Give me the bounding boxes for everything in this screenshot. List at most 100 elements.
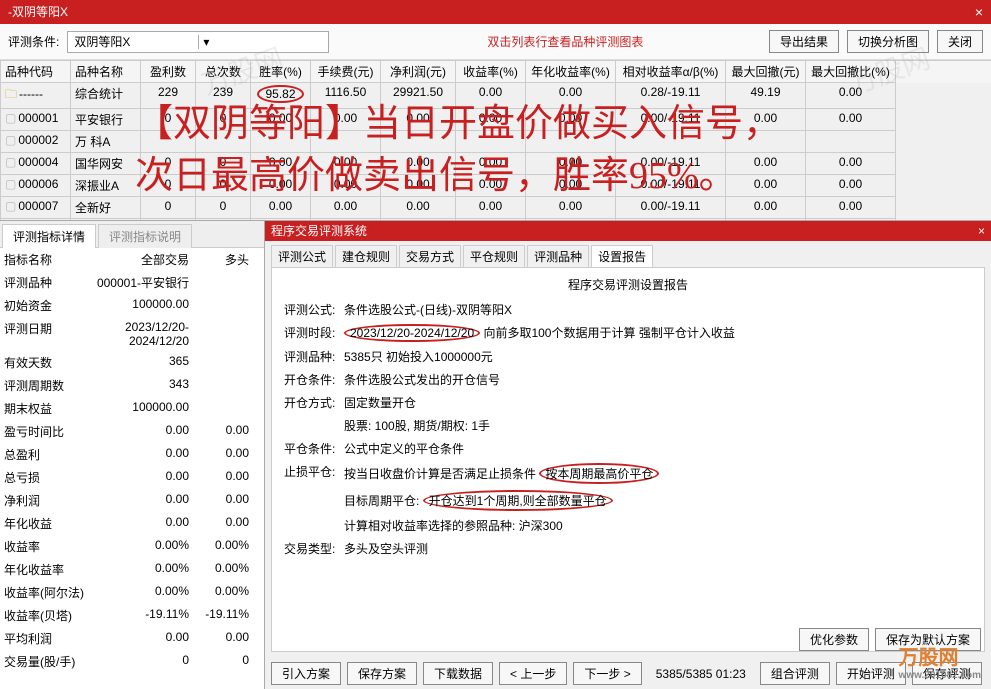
stats-label: 净利润 (4, 492, 89, 509)
folder-icon: 🗀 (5, 87, 17, 101)
table-row[interactable]: ▢000007全新好000.000.000.000.000.000.00/-19… (1, 197, 991, 219)
grid-cell: 0.00 (251, 109, 311, 131)
stats-val: 100000.00 (89, 400, 189, 417)
grid-cell: 0.00 (251, 153, 311, 175)
report-line: 股票: 100股, 期货/期权: 1手 (284, 417, 972, 434)
prev-step-button[interactable]: < 上一步 (499, 662, 567, 685)
grid-header[interactable]: 最大回撤比(%) (806, 61, 896, 83)
close-button[interactable]: 关闭 (937, 30, 983, 53)
grid-header[interactable]: 净利润(元) (381, 61, 456, 83)
stats-table: 指标名称 全部交易 多头 评测品种000001-平安银行初始资金100000.0… (0, 248, 264, 689)
chevron-down-icon[interactable]: ▾ (198, 35, 328, 49)
report-value: 2023/12/20-2024/12/20 向前多取100个数据用于计算 强制平… (344, 324, 972, 342)
combo-value: 双阴等阳X (68, 33, 198, 50)
next-step-button[interactable]: 下一步 > (573, 662, 641, 685)
table-row[interactable]: ▢000006深振业A000.000.000.000.000.000.00/-1… (1, 175, 991, 197)
doc-icon: ▢ (5, 155, 16, 169)
stats-val2 (189, 354, 249, 371)
stats-row: 评测品种000001-平安银行 (4, 271, 260, 294)
grid-header[interactable]: 年化收益率(%) (526, 61, 616, 83)
grid-cell: 0.00 (311, 109, 381, 131)
inner-tab[interactable]: 评测品种 (527, 245, 589, 267)
close-icon[interactable]: × (975, 0, 983, 24)
report-label: 止损平仓: (284, 463, 344, 484)
grid-header[interactable]: 最大回撤(元) (726, 61, 806, 83)
grid-cell (196, 131, 251, 153)
grid-cell: 0.00 (456, 83, 526, 109)
grid-cell: 0.00/-19.11 (616, 175, 726, 197)
grid-cell: 239 (196, 83, 251, 109)
grid-header[interactable]: 收益率(%) (456, 61, 526, 83)
doc-icon: ▢ (5, 133, 16, 147)
progress-status: 5385/5385 01:23 (656, 667, 746, 681)
stats-row: 净利润0.000.00 (4, 489, 260, 512)
export-button[interactable]: 导出结果 (769, 30, 839, 53)
grid-cell (311, 131, 381, 153)
save-default-button[interactable]: 保存为默认方案 (875, 628, 981, 651)
window-titlebar: -双阴等阳X × (0, 0, 991, 24)
switch-chart-button[interactable]: 切换分析图 (847, 30, 929, 53)
grid-cell: 0.00 (456, 175, 526, 197)
grid-header[interactable]: 总次数 (196, 61, 251, 83)
grid-cell: 0.00 (806, 83, 896, 109)
grid-cell: 0.00 (806, 153, 896, 175)
grid-header[interactable]: 手续费(元) (311, 61, 381, 83)
grid-cell (806, 131, 896, 153)
report-value: 多头及空头评测 (344, 540, 972, 557)
inner-title: 程序交易评测系统 (271, 221, 367, 241)
grid-header[interactable]: 品种代码 (1, 61, 71, 83)
grid-cell: 国华网安 (71, 153, 141, 175)
report-body: 程序交易评测设置报告 评测公式:条件选股公式-(日线)-双阴等阳X评测时段:20… (271, 267, 985, 652)
grid-cell: 0.00 (526, 197, 616, 219)
stats-val: 365 (89, 354, 189, 371)
condition-combo[interactable]: 双阴等阳X ▾ (67, 31, 329, 53)
stats-label: 总亏损 (4, 469, 89, 486)
stats-label: 评测周期数 (4, 377, 89, 394)
toolbar: 评测条件: 双阴等阳X ▾ 双击列表行查看品种评测图表 导出结果 切换分析图 关… (0, 24, 991, 60)
table-row[interactable]: ▢000002万 科A (1, 131, 991, 153)
stats-val: -19.11% (89, 607, 189, 624)
grid-cell: ▢000001 (1, 109, 71, 131)
download-data-button[interactable]: 下载数据 (423, 662, 493, 685)
grid-cell (726, 131, 806, 153)
grid-cell: 0.28/-19.11 (616, 83, 726, 109)
load-scheme-button[interactable]: 引入方案 (271, 662, 341, 685)
stats-row: 评测周期数343 (4, 374, 260, 397)
grid-header[interactable]: 胜率(%) (251, 61, 311, 83)
inner-tab[interactable]: 评测公式 (271, 245, 333, 267)
tab-indicator-desc[interactable]: 评测指标说明 (98, 224, 192, 248)
save-eval-button[interactable]: 保存评测 (912, 662, 982, 685)
inner-tab[interactable]: 建仓规则 (335, 245, 397, 267)
stats-val: 100000.00 (89, 297, 189, 314)
report-line: 开仓方式:固定数量开仓 (284, 394, 972, 411)
grid-cell: 0.00 (251, 175, 311, 197)
stats-val2 (189, 320, 249, 348)
report-label: 评测品种: (284, 348, 344, 365)
report-line: 计算相对收益率选择的参照品种: 沪深300 (284, 517, 972, 534)
doc-icon: ▢ (5, 199, 16, 213)
report-label: 交易类型: (284, 540, 344, 557)
report-label: 评测公式: (284, 301, 344, 318)
inner-tab[interactable]: 交易方式 (399, 245, 461, 267)
inner-tab[interactable]: 平仓规则 (463, 245, 525, 267)
grid-cell: 1116.50 (311, 83, 381, 109)
grid-cell: 49.19 (726, 83, 806, 109)
stats-val2: 0 (189, 653, 249, 670)
grid-cell: 0 (196, 175, 251, 197)
table-row[interactable]: 🗀------综合统计22923995.821116.5029921.500.0… (1, 83, 991, 109)
grid-header[interactable]: 品种名称 (71, 61, 141, 83)
combo-eval-button[interactable]: 组合评测 (760, 662, 830, 685)
table-row[interactable]: ▢000004国华网安000.000.000.000.000.000.00/-1… (1, 153, 991, 175)
report-line: 平仓条件:公式中定义的平仓条件 (284, 440, 972, 457)
table-row[interactable]: ▢000001平安银行000.000.000.000.000.000.00/-1… (1, 109, 991, 131)
inner-tab[interactable]: 设置报告 (591, 245, 653, 267)
close-icon[interactable]: × (978, 221, 985, 241)
grid-header[interactable]: 盈利数 (141, 61, 196, 83)
grid-cell: 0.00 (456, 109, 526, 131)
grid-header[interactable]: 相对收益率α/β(%) (616, 61, 726, 83)
start-eval-button[interactable]: 开始评测 (836, 662, 906, 685)
tab-indicator-detail[interactable]: 评测指标详情 (2, 224, 96, 248)
optimize-button[interactable]: 优化参数 (799, 628, 869, 651)
save-scheme-button[interactable]: 保存方案 (347, 662, 417, 685)
report-line: 评测公式:条件选股公式-(日线)-双阴等阳X (284, 301, 972, 318)
